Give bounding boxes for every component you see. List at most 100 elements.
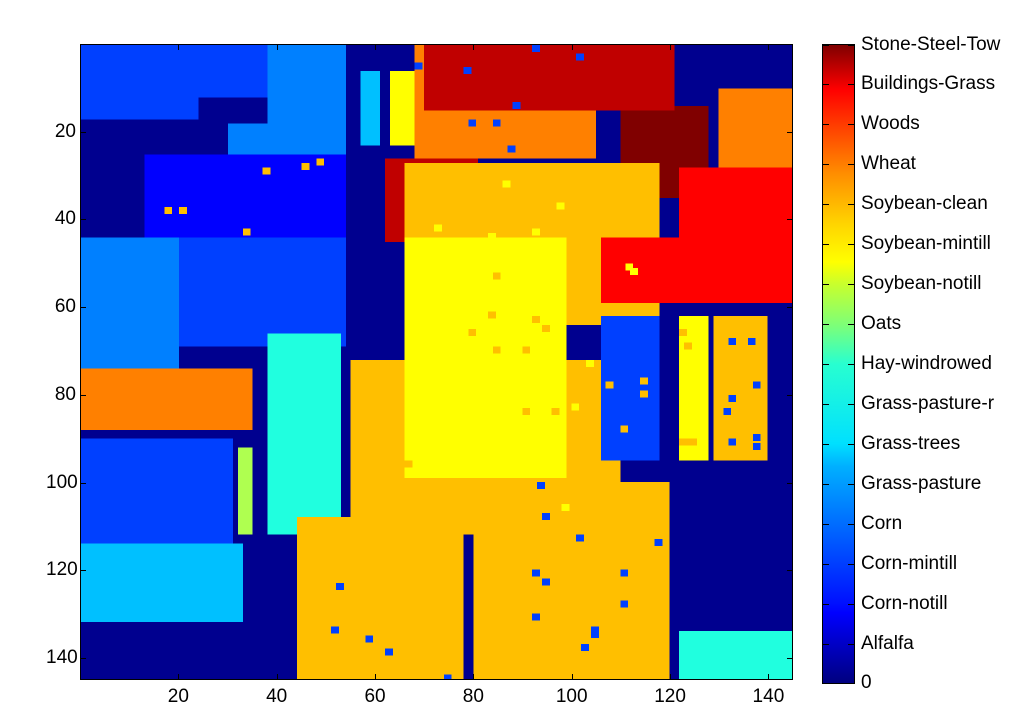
gt-region: [81, 97, 199, 120]
x-tick-top: [473, 45, 475, 50]
gt-region: [242, 228, 251, 236]
colorbar-tick-label: Buildings-Grass: [861, 73, 996, 94]
y-tick-right: [787, 570, 792, 572]
gt-region: [590, 626, 599, 634]
colorbar-tick-right: [848, 84, 854, 85]
gt-region: [728, 394, 737, 402]
gt-region: [487, 311, 496, 319]
ground-truth-image: [81, 45, 792, 679]
gt-region: [556, 202, 565, 210]
gt-region: [586, 359, 594, 367]
gt-region: [752, 442, 761, 450]
gt-region: [752, 434, 761, 442]
x-tick-label: 20: [167, 686, 189, 707]
gt-region: [522, 421, 531, 429]
colorbar-tick-right: [848, 164, 854, 165]
gt-region: [492, 346, 501, 354]
colorbar-tick-label: Soybean-notill: [861, 273, 982, 294]
y-tick: [81, 658, 86, 660]
gt-region: [532, 228, 540, 236]
colorbar-tick-label: Oats: [861, 313, 902, 334]
colorbar-tick-label: Stone-Steel-Tow: [861, 34, 1001, 55]
gt-region: [468, 329, 477, 337]
x-tick-top: [178, 45, 180, 50]
y-tick: [81, 219, 86, 221]
colorbar-tick: [823, 244, 829, 245]
gt-region: [483, 364, 491, 372]
gt-region: [532, 613, 540, 621]
gt-region: [463, 276, 472, 284]
ground-truth-map-axes[interactable]: [80, 44, 793, 680]
gt-region: [404, 237, 567, 478]
gt-region: [576, 534, 585, 542]
colorbar-tick-label: Wheat: [861, 153, 916, 174]
y-tick-label: 140: [46, 647, 78, 669]
x-tick-top: [768, 45, 770, 50]
x-tick-label: 140: [752, 686, 785, 707]
y-tick-label: 60: [54, 296, 76, 318]
gt-region: [541, 578, 550, 586]
colorbar-tick: [823, 644, 829, 645]
colorbar-tick-label: Grass-pasture-r: [861, 393, 995, 414]
y-tick-right: [787, 307, 792, 309]
gt-region: [81, 45, 268, 98]
gt-region: [728, 337, 737, 345]
colorbar-tick: [823, 124, 829, 125]
colorbar-tick-right: [848, 564, 854, 565]
gt-region: [81, 438, 234, 544]
colorbar-tick-right: [848, 404, 854, 405]
gt-region: [752, 381, 761, 389]
colorbar-tick-label: Grass-pasture: [861, 473, 982, 494]
y-tick-label: 120: [46, 559, 78, 581]
colorbar-tick: [823, 164, 829, 165]
gt-region: [576, 53, 585, 61]
colorbar-tick-right: [848, 204, 854, 205]
gt-region: [164, 206, 173, 214]
gt-region: [556, 456, 565, 464]
gt-region: [473, 482, 670, 679]
colorbar-tick: [823, 604, 829, 605]
gt-region: [443, 674, 452, 679]
colorbar-tick-label: 0: [861, 672, 872, 693]
colorbar-tick-label: Soybean-clean: [861, 193, 988, 214]
gt-region: [267, 45, 346, 172]
colorbar-tick: [823, 444, 829, 445]
colorbar-tick-right: [848, 524, 854, 525]
y-tick-right: [787, 482, 792, 484]
gt-region: [331, 626, 339, 634]
gt-region: [537, 482, 545, 490]
y-tick: [81, 570, 86, 572]
y-tick-label: 100: [46, 471, 78, 493]
y-tick-label: 80: [54, 383, 76, 405]
gt-region: [532, 390, 540, 398]
y-tick: [81, 394, 86, 396]
colorbar-tick: [823, 324, 829, 325]
gt-region: [429, 381, 437, 389]
colorbar-tick-right: [848, 364, 854, 365]
figure-canvas: 0 Alfalfa Corn-notill Corn-mintill Corn Grass…: [0, 0, 1016, 728]
gt-region: [620, 569, 629, 577]
gt-region: [434, 224, 442, 232]
gt-region: [639, 377, 648, 385]
gt-region: [179, 206, 187, 214]
x-tick-label: 40: [266, 686, 288, 707]
gt-region: [679, 438, 688, 446]
gt-region: [81, 368, 253, 430]
gt-region: [571, 403, 580, 411]
gt-region: [541, 324, 550, 332]
colorbar-tick-right: [848, 244, 854, 245]
gt-region: [424, 45, 675, 111]
gt-region: [679, 630, 792, 679]
gt-region: [684, 342, 692, 350]
colorbar-tick-label: Corn-notill: [861, 593, 948, 614]
y-tick: [81, 131, 86, 133]
x-tick-label: 60: [364, 686, 386, 707]
y-tick-right: [787, 131, 792, 133]
colorbar-tick: [823, 564, 829, 565]
y-tick-label: 40: [54, 208, 76, 230]
x-tick: [768, 674, 770, 679]
x-tick: [473, 674, 475, 679]
y-tick: [81, 307, 86, 309]
gt-region: [502, 237, 511, 245]
colorbar-tick-right: [848, 484, 854, 485]
